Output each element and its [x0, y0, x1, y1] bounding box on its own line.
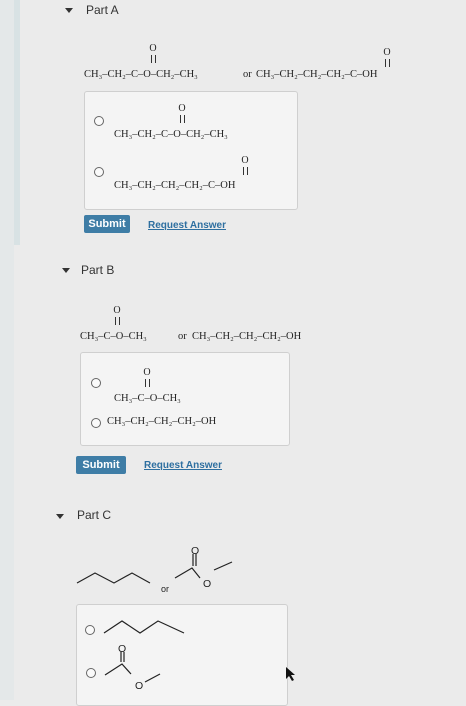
part-c-option-2-oxygen-carbonyl: O [118, 643, 127, 655]
part-c-option-2-oxygen: O [135, 680, 144, 692]
mouse-pointer-icon [286, 667, 295, 681]
part-c-option-2-ester-structure [104, 652, 161, 683]
